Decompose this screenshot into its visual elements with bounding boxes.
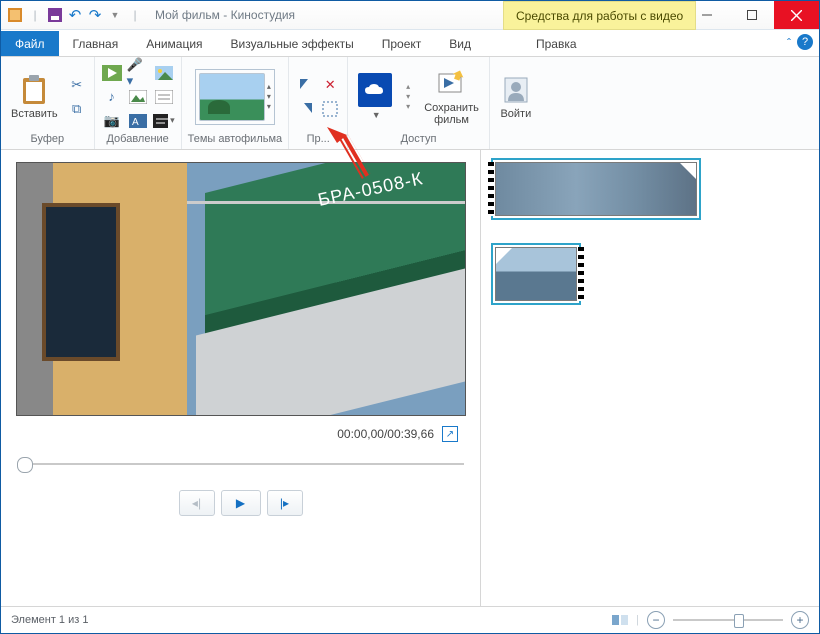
save-movie-button[interactable]: Сохранить фильм	[420, 66, 483, 128]
onedrive-dropdown: ▼	[370, 109, 381, 120]
save-movie-icon	[436, 68, 468, 100]
signin-button[interactable]: Войти	[496, 72, 536, 122]
clip-1[interactable]	[495, 162, 697, 216]
window-title: Мой фильм - Киностудия	[149, 8, 295, 22]
svg-text:A: A	[132, 117, 139, 128]
group-add-label: Добавление	[106, 132, 168, 147]
view-mode-icon[interactable]	[612, 613, 628, 627]
cut-icon[interactable]: ✂	[66, 74, 88, 96]
add-music-icon[interactable]: ♪	[101, 86, 123, 108]
prev-frame-button[interactable]: ◂|	[179, 490, 215, 516]
add-credits-icon[interactable]: ▾	[153, 110, 175, 132]
contextual-tab-header: Средства для работы с видео	[503, 1, 696, 30]
preview-pane: БРА-0508-К 00:00,00/00:39,66 ↗ ◂| ▶ |▸	[1, 150, 481, 606]
rotate-right-icon[interactable]	[295, 98, 317, 120]
timecode-display: 00:00,00/00:39,66	[337, 427, 434, 441]
paste-label: Вставить	[11, 108, 58, 120]
storyboard-pane[interactable]	[481, 150, 819, 606]
status-text: Элемент 1 из 1	[11, 614, 88, 626]
maximize-button[interactable]	[729, 1, 774, 29]
clipboard-icon	[18, 74, 50, 106]
group-add: ♪ 📷 🎤▾ A ▾ Добавление	[95, 57, 182, 149]
film-sprocket-icon	[578, 247, 584, 301]
group-edit: ✕ Пр...	[289, 57, 348, 149]
copy-icon[interactable]: ⧉	[66, 98, 88, 120]
group-signin: Войти	[490, 57, 542, 149]
zoom-thumb[interactable]	[734, 614, 744, 628]
help-icon[interactable]: ?	[797, 34, 813, 50]
seek-bar[interactable]	[17, 454, 464, 474]
signin-label: Войти	[500, 108, 531, 120]
play-button[interactable]: ▶	[221, 490, 261, 516]
add-title-icon[interactable]: A	[127, 110, 149, 132]
film-sprocket-icon	[488, 162, 494, 216]
zoom-slider[interactable]	[673, 619, 783, 621]
zoom-out-button[interactable]: −	[647, 611, 665, 629]
seek-thumb[interactable]	[17, 457, 33, 473]
group-themes-label: Темы автофильма	[188, 132, 283, 147]
save-movie-label: Сохранить фильм	[424, 102, 479, 126]
add-video-icon[interactable]	[101, 62, 123, 84]
select-all-icon[interactable]	[319, 98, 341, 120]
add-narration-icon[interactable]: 🎤▾	[127, 62, 149, 84]
undo-icon[interactable]: ↶	[67, 7, 83, 23]
ribbon-tabs: Файл Главная Анимация Визуальные эффекты…	[1, 30, 819, 57]
group-signin-label	[514, 132, 517, 147]
qat-separator: |	[27, 7, 43, 23]
tab-animation[interactable]: Анимация	[132, 31, 216, 56]
theme-gallery[interactable]: ▴ ▾ ▾	[195, 69, 275, 125]
collapse-ribbon-icon[interactable]: ˆ	[787, 36, 791, 50]
tab-effects[interactable]: Визуальные эффекты	[217, 31, 368, 56]
rotate-left-icon[interactable]	[295, 74, 317, 96]
paste-button[interactable]: Вставить	[7, 72, 62, 122]
group-share-label: Доступ	[401, 132, 437, 147]
tab-file[interactable]: Файл	[1, 31, 59, 56]
add-caption-icon[interactable]	[153, 86, 175, 108]
group-clipboard-label: Буфер	[31, 132, 65, 147]
group-share: ▼ ▴▾▾ Сохранить фильм Доступ	[348, 57, 490, 149]
next-frame-button[interactable]: |▸	[267, 490, 303, 516]
video-preview[interactable]: БРА-0508-К	[16, 162, 466, 416]
quick-access-toolbar: | ↶ ↷ ▼ |	[1, 7, 149, 23]
clip-2[interactable]	[495, 247, 577, 301]
tab-home[interactable]: Главная	[59, 31, 133, 56]
add-photo-icon[interactable]	[153, 62, 175, 84]
tab-edit[interactable]: Правка	[522, 31, 591, 56]
group-themes: ▴ ▾ ▾ Темы автофильма	[182, 57, 290, 149]
ribbon: Вставить ✂ ⧉ Буфер ♪ 📷 🎤▾ A	[1, 57, 819, 150]
tab-project[interactable]: Проект	[368, 31, 436, 56]
qat-separator: |	[127, 7, 143, 23]
delete-icon[interactable]: ✕	[319, 74, 341, 96]
group-edit-label: Пр...	[307, 132, 330, 147]
fullscreen-icon[interactable]: ↗	[442, 426, 458, 442]
save-icon[interactable]	[47, 7, 63, 23]
qat-dropdown-icon[interactable]: ▼	[107, 7, 123, 23]
status-bar: Элемент 1 из 1 | − +	[1, 606, 819, 633]
group-clipboard: Вставить ✂ ⧉ Буфер	[1, 57, 95, 149]
title-bar: | ↶ ↷ ▼ | Мой фильм - Киностудия Средств…	[1, 1, 819, 30]
onedrive-button[interactable]: ▼	[354, 71, 396, 122]
tab-view[interactable]: Вид	[435, 31, 485, 56]
app-icon	[7, 7, 23, 23]
redo-icon[interactable]: ↷	[87, 7, 103, 23]
add-webcam-icon[interactable]: 📷	[101, 110, 123, 132]
theme-thumbnail	[199, 73, 265, 121]
add-snapshot-icon[interactable]	[127, 86, 149, 108]
onedrive-icon	[358, 73, 392, 107]
user-icon	[500, 74, 532, 106]
close-button[interactable]	[774, 1, 819, 29]
share-gallery-scroll[interactable]: ▴▾▾	[406, 82, 410, 111]
zoom-in-button[interactable]: +	[791, 611, 809, 629]
